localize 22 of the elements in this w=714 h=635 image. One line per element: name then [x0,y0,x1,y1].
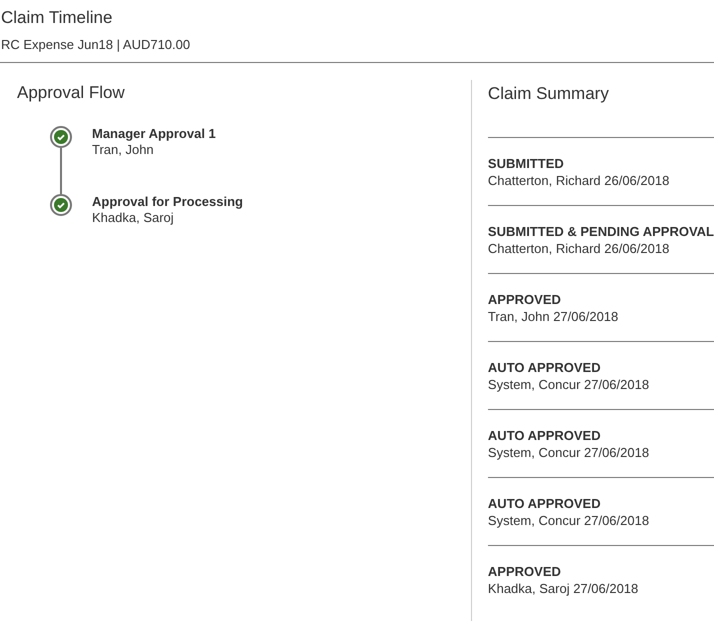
entry-status: AUTO APPROVED [488,359,602,376]
entry-status: AUTO APPROVED [488,495,602,512]
entry-detail: Tran, John 27/06/2018 [488,308,620,325]
entry-detail: Chatterton, Richard 26/06/2018 [488,240,670,257]
entry-detail: System, Concur 27/06/2018 [488,444,650,461]
step-approver: Khadka, Saroj [92,210,175,226]
entry-detail: Chatterton, Richard 26/06/2018 [488,172,670,189]
entry-detail: System, Concur 27/06/2018 [488,376,650,393]
claim-subtitle: RC Expense Jun18 | AUD710.00 [1,37,192,53]
entry-status: APPROVED [488,563,562,580]
entry-detail: System, Concur 27/06/2018 [488,512,650,529]
entry-status: SUBMITTED [488,155,565,172]
section-title: Approval Flow [17,82,126,104]
entry-detail: Khadka, Saroj 27/06/2018 [488,580,640,597]
entry-status: APPROVED [488,291,562,308]
step-title: Manager Approval 1 [92,126,216,142]
page-title: Claim Timeline [1,7,114,29]
step-approver: Tran, John [92,142,155,158]
section-title: Claim Summary [488,83,610,105]
step-title: Approval for Processing [92,194,243,210]
entry-status: AUTO APPROVED [488,427,602,444]
entry-status: SUBMITTED & PENDING APPROVAL [488,223,714,240]
